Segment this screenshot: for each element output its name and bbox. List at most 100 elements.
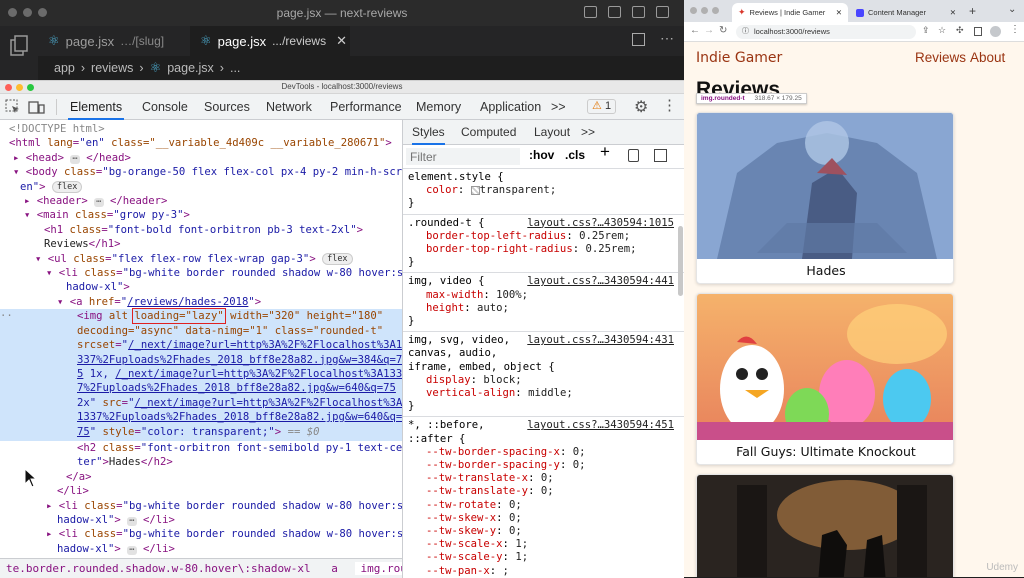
tab-application[interactable]: Application <box>478 94 543 120</box>
rendering-emulation-icon[interactable] <box>628 149 639 162</box>
h2-node[interactable]: <h2 class="font-orbitron font-semibold p… <box>0 441 402 455</box>
rule-property[interactable]: height: auto; <box>408 302 678 315</box>
rule-property[interactable]: --tw-translate-x: 0; <box>408 472 678 485</box>
li-node-3[interactable]: ▸ <li class="bg-white border rounded sha… <box>0 527 402 541</box>
rule-property[interactable]: --tw-scale-x: 1; <box>408 538 678 551</box>
breadcrumb-item[interactable]: page.jsx <box>167 61 214 75</box>
share-icon[interactable]: ⇪ <box>922 25 930 36</box>
profile-avatar[interactable] <box>990 26 1001 37</box>
split-editor-icon[interactable] <box>632 33 645 46</box>
rule-property[interactable]: display: block; <box>408 374 678 387</box>
tab-slug-page[interactable]: ⚛ page.jsx …/[slug] <box>38 26 188 56</box>
rule-source-link[interactable]: layout.css?…430594:1015 <box>527 217 674 230</box>
html-node[interactable]: <html lang="en" class="__variable_4d409c… <box>0 136 402 150</box>
color-swatch[interactable] <box>470 185 480 195</box>
inspect-element-icon[interactable] <box>5 99 21 115</box>
rule-property[interactable]: --tw-translate-y: 0; <box>408 485 678 498</box>
new-tab-icon[interactable]: + <box>969 4 976 18</box>
rule-property[interactable]: --tw-border-spacing-x: 0; <box>408 446 678 459</box>
maximize-window-button[interactable] <box>27 84 34 91</box>
hades-cover-image[interactable] <box>697 113 954 259</box>
tab-reviews-page[interactable]: ⚛ page.jsx .../reviews ✕ <box>190 26 350 56</box>
browser-tab-reviews[interactable]: ✦ Reviews | Indie Gamer ✕ <box>732 3 848 22</box>
rule-selector[interactable]: element.style { <box>408 171 678 184</box>
close-tab-icon[interactable]: ✕ <box>336 33 347 49</box>
rule-property[interactable]: --tw-rotate: 0; <box>408 499 678 512</box>
settings-gear-icon[interactable]: ⚙ <box>634 97 648 117</box>
toggle-sidebar-icon[interactable] <box>654 149 667 162</box>
a-href-link[interactable]: /reviews/hades-2018 <box>127 296 248 308</box>
warnings-badge[interactable]: ⚠ 1 <box>587 99 617 114</box>
tab-performance[interactable]: Performance <box>328 94 404 120</box>
rule-source-link[interactable]: layout.css?…3430594:441 <box>527 275 674 288</box>
flex-badge[interactable]: flex <box>322 252 353 265</box>
toggle-panel-icon[interactable] <box>608 6 621 18</box>
rule-source-link[interactable]: layout.css?…3430594:451 <box>527 419 674 432</box>
tab-layout[interactable]: Layout <box>534 120 570 145</box>
extensions-icon[interactable]: ✣ <box>956 25 964 36</box>
rule-property[interactable]: --tw-skew-x: 0; <box>408 512 678 525</box>
site-title-link[interactable]: Indie Gamer <box>696 50 782 66</box>
cls-toggle[interactable]: .cls <box>565 148 585 162</box>
explorer-icon[interactable] <box>0 26 38 66</box>
flex-badge[interactable]: flex <box>51 180 83 193</box>
rule-property[interactable]: border-top-right-radius: 0.25rem; <box>408 243 678 256</box>
collapsed-dots[interactable]: ⋯ <box>127 516 137 526</box>
ul-node[interactable]: ▾ <ul class="flex flex-row flex-wrap gap… <box>0 252 402 266</box>
src-link-cont[interactable]: 1337%2Fuploads%2Fhades_2018_bff8e28a82.j… <box>77 411 402 423</box>
review-card-fall-guys[interactable]: Fall Guys: Ultimate Knockout <box>696 293 954 465</box>
styles-filter-input[interactable] <box>406 148 520 165</box>
rule-property[interactable]: max-width: 100%; <box>408 289 678 302</box>
toggle-secondary-sidebar-icon[interactable] <box>632 6 645 18</box>
li-node-2[interactable]: ▸ <li class="bg-white border rounded sha… <box>0 499 402 513</box>
h1-node[interactable]: <h1 class="font-bold font-orbitron pb-3 … <box>0 223 402 237</box>
toggle-sidebar-icon[interactable] <box>584 6 597 18</box>
hov-toggle[interactable]: :hov <box>529 148 554 162</box>
new-style-rule-icon[interactable]: + <box>600 143 610 160</box>
dom-crumb-img[interactable]: img.rounded-t <box>354 562 402 575</box>
breadcrumb-item[interactable]: app <box>54 61 75 75</box>
reload-icon[interactable]: ↻ <box>719 25 727 36</box>
bookmark-star-icon[interactable]: ☆ <box>938 25 946 36</box>
body-node[interactable]: ▾ <body class="bg-orange-50 flex flex-co… <box>0 165 402 179</box>
rule-property[interactable]: --tw-skew-y: 0; <box>408 525 678 538</box>
collapsed-dots[interactable]: ⋯ <box>70 154 80 164</box>
selected-img-node[interactable]: ·· <img alt loading="lazy" width="320" he… <box>0 308 402 488</box>
close-tab-icon[interactable]: ✕ <box>836 8 842 17</box>
dom-crumb-li[interactable]: te.border.rounded.shadow.w-80.hover\:sha… <box>0 562 311 575</box>
rule-property[interactable]: --tw-border-spacing-y: 0; <box>408 459 678 472</box>
tab-computed[interactable]: Computed <box>461 120 516 145</box>
rule-property[interactable]: --tw-pan-x: ; <box>408 565 678 578</box>
tab-elements[interactable]: Elements <box>68 94 125 120</box>
rule-property[interactable]: color: transparent; <box>408 184 678 197</box>
tab-sources[interactable]: Sources <box>202 94 252 120</box>
fall-guys-cover-image[interactable] <box>697 294 954 440</box>
more-actions-icon[interactable]: ⋯ <box>660 30 674 47</box>
forward-arrow-icon[interactable]: → <box>704 25 714 36</box>
minimize-window-button[interactable] <box>701 7 708 14</box>
rule-property[interactable]: vertical-align: middle; <box>408 387 678 400</box>
tab-styles[interactable]: Styles <box>412 120 445 145</box>
head-node[interactable]: ▸ <head> ⋯ </head> <box>0 151 402 165</box>
maximize-window-button[interactable] <box>712 7 719 14</box>
more-options-icon[interactable]: ⋮ <box>662 96 677 114</box>
tab-console[interactable]: Console <box>140 94 190 120</box>
header-node[interactable]: ▸ <header> ⋯ </header> <box>0 194 402 208</box>
nav-reviews-link[interactable]: Reviews <box>915 50 966 65</box>
dom-crumb-a[interactable]: a <box>317 562 338 575</box>
site-info-icon[interactable]: ⓘ <box>742 25 749 39</box>
tab-search-icon[interactable]: ⌄ <box>1008 4 1016 15</box>
srcset-link[interactable]: /_next/image?url=http%3A%2F%2Flocalhost%… <box>128 339 402 351</box>
collapsed-dots[interactable]: ⋯ <box>127 545 137 555</box>
third-cover-image[interactable] <box>697 475 954 577</box>
breadcrumb-item[interactable]: reviews <box>91 61 133 75</box>
nav-about-link[interactable]: About <box>970 50 1005 65</box>
browser-menu-icon[interactable]: ⋮ <box>1010 24 1020 35</box>
customize-layout-icon[interactable] <box>656 6 669 18</box>
address-bar[interactable]: ⓘ localhost:3000/reviews <box>736 25 916 39</box>
rule-property[interactable]: --tw-scale-y: 1; <box>408 551 678 564</box>
src-link[interactable]: /_next/image?url=http%3A%2F%2Flocalhost%… <box>134 397 402 409</box>
srcset-link-2x[interactable]: /_next/image?url=http%3A%2F%2Flocalhost%… <box>115 368 402 380</box>
doctype-node[interactable]: <!DOCTYPE html> <box>0 120 402 136</box>
rule-source-link[interactable]: layout.css?…3430594:431 <box>527 334 674 347</box>
